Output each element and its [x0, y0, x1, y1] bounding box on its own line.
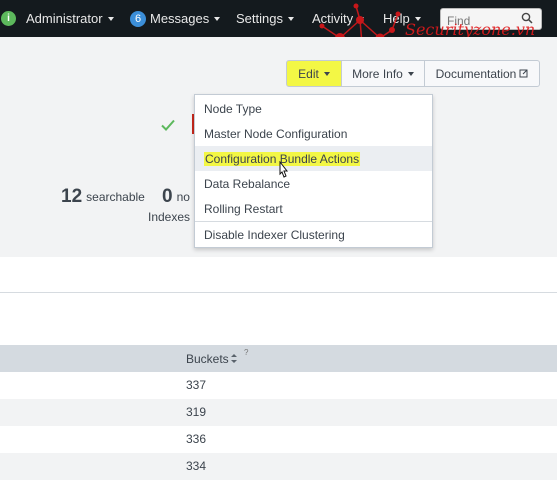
more-info-button-label: More Info	[352, 66, 403, 81]
action-button-group: Edit More Info Documentation	[286, 60, 540, 87]
table-row: 336	[0, 426, 557, 453]
edit-button[interactable]: Edit	[286, 60, 342, 87]
table-row: 319	[0, 399, 557, 426]
menu-item-rolling-restart[interactable]: Rolling Restart	[195, 196, 432, 221]
not-searchable-count: 0	[162, 186, 173, 207]
buckets-cell: 336	[186, 432, 207, 446]
menu-item-node-type[interactable]: Node Type	[195, 96, 432, 121]
menu-item-disable-indexer-clustering[interactable]: Disable Indexer Clustering	[195, 222, 432, 247]
buckets-cell: 334	[186, 459, 207, 473]
menu-item-data-rebalance[interactable]: Data Rebalance	[195, 171, 432, 196]
messages-menu-label: Messages	[150, 11, 210, 26]
searchable-label: searchable	[86, 190, 145, 204]
settings-menu-label: Settings	[236, 11, 283, 26]
section-divider	[0, 292, 557, 293]
more-info-button[interactable]: More Info	[342, 60, 425, 87]
caret-down-icon	[107, 16, 114, 21]
searchable-count: 12	[61, 186, 83, 207]
documentation-button-label: Documentation	[435, 66, 517, 81]
messages-menu[interactable]: 6 Messages	[130, 0, 221, 37]
table-header	[0, 345, 557, 372]
buckets-cell: 337	[186, 378, 207, 392]
info-icon: i	[1, 11, 16, 26]
buckets-column-header[interactable]: Buckets	[186, 352, 229, 366]
edit-button-label: Edit	[298, 66, 319, 81]
indexes-label: Indexes	[148, 210, 191, 224]
menu-item-label: Node Type	[204, 101, 262, 116]
buckets-cell: 319	[186, 405, 207, 419]
menu-item-master-node-configuration[interactable]: Master Node Configuration	[195, 121, 432, 146]
menu-item-label: Disable Indexer Clustering	[204, 227, 345, 242]
menu-item-configuration-bundle-actions[interactable]: Configuration Bundle Actions	[195, 146, 432, 171]
mouse-pointer-icon	[279, 161, 289, 178]
table-row: 334	[0, 453, 557, 480]
caret-down-icon	[214, 16, 221, 21]
sort-icon[interactable]	[230, 353, 238, 364]
messages-count-badge: 6	[130, 10, 146, 27]
caret-down-icon	[407, 71, 414, 76]
user-menu[interactable]: i Administrator	[1, 0, 114, 37]
not-searchable-stat: 0 no	[162, 186, 190, 208]
check-icon	[161, 119, 175, 131]
documentation-button[interactable]: Documentation	[425, 60, 540, 87]
caret-down-icon	[323, 71, 330, 76]
external-link-icon	[519, 69, 528, 78]
searchable-stat: 12 searchable	[61, 186, 145, 208]
not-searchable-label: no	[176, 190, 190, 204]
settings-menu[interactable]: Settings	[236, 0, 294, 37]
column-info-icon[interactable]: ?	[244, 348, 248, 357]
user-menu-label: Administrator	[26, 11, 103, 26]
menu-item-label: Master Node Configuration	[204, 126, 348, 141]
caret-down-icon	[287, 16, 294, 21]
menu-item-label: Rolling Restart	[204, 201, 283, 216]
table-row: 337	[0, 372, 557, 399]
edit-dropdown-menu: Node Type Master Node Configuration Conf…	[194, 94, 433, 248]
